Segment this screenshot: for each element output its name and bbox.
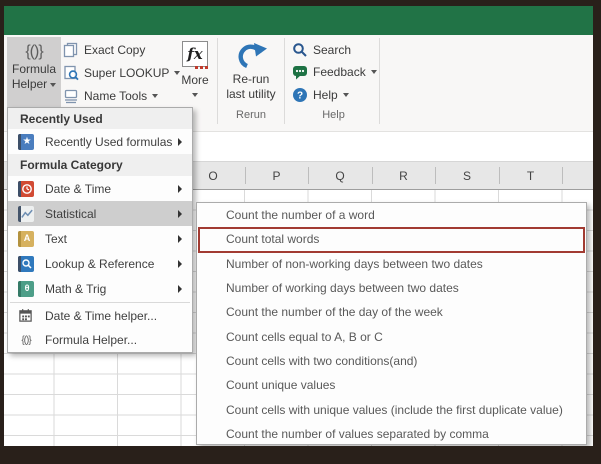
submenu-arrow-icon	[178, 259, 182, 268]
chevron-down-icon	[50, 82, 57, 87]
svg-text:?: ?	[297, 90, 303, 101]
help-question-icon: ?	[293, 87, 307, 102]
lookup-magnifier-icon	[64, 65, 79, 80]
submenu-arrow-icon	[178, 137, 182, 146]
menu-section-recently-used: Recently Used	[8, 108, 192, 129]
feedback-bubble-icon	[293, 65, 307, 79]
submenu-item[interactable]: Count the number of the day of the week	[197, 300, 586, 324]
statistical-chart-icon	[18, 205, 34, 222]
menu-item-formula-helper[interactable]: {()} Formula Helper...	[8, 328, 192, 352]
excel-title-bar	[4, 6, 593, 35]
name-tools-button[interactable]: Name Tools	[63, 87, 159, 104]
text-a-icon: A	[18, 230, 34, 247]
column-header-t[interactable]: T	[527, 169, 534, 183]
column-header-p[interactable]: P	[272, 169, 280, 183]
help-button[interactable]: ? Help	[292, 86, 349, 103]
menu-item-math-trig[interactable]: θ Math & Trig	[8, 276, 192, 301]
formula-helper-label-1: Formula	[11, 62, 56, 76]
column-header-q[interactable]: Q	[335, 169, 344, 183]
copy-icon	[63, 42, 78, 57]
lookup-reference-magnifier-icon	[18, 255, 34, 272]
more-button[interactable]: More	[176, 73, 214, 87]
super-lookup-button[interactable]: Super LOOKUP	[63, 64, 181, 81]
submenu-item[interactable]: Count the number of values separated by …	[197, 422, 586, 446]
exact-copy-button[interactable]: Exact Copy	[63, 41, 145, 58]
submenu-arrow-icon	[178, 234, 182, 243]
submenu-item[interactable]: Count the number of a word	[197, 203, 586, 227]
menu-separator	[10, 302, 190, 303]
recently-used-book-icon: ★	[18, 133, 34, 150]
help-group-label: Help	[322, 109, 345, 121]
statistical-submenu: Count the number of a word Count total w…	[196, 202, 587, 445]
column-header-o[interactable]: O	[208, 169, 217, 183]
chevron-down-icon	[152, 93, 159, 98]
exact-copy-label: Exact Copy	[84, 42, 146, 57]
search-icon	[293, 42, 307, 57]
menu-item-text[interactable]: A Text	[8, 226, 192, 251]
column-header-r[interactable]: R	[399, 169, 408, 183]
braces-icon: {()}	[25, 43, 43, 60]
calendar-icon	[19, 309, 32, 322]
submenu-item[interactable]: Count cells with two conditions(and)	[197, 349, 586, 373]
chevron-down-icon[interactable]	[192, 93, 198, 97]
menu-section-formula-category: Formula Category	[8, 154, 192, 176]
submenu-item[interactable]: Count unique values	[197, 373, 586, 397]
rerun-arrow-icon[interactable]	[237, 41, 267, 71]
rerun-group-label: Rerun	[236, 109, 266, 121]
date-time-clock-icon	[18, 180, 34, 197]
search-button[interactable]: Search	[292, 41, 351, 58]
fx-icon: fx	[182, 41, 208, 67]
menu-item-lookup-reference[interactable]: Lookup & Reference	[8, 251, 192, 276]
submenu-arrow-icon	[178, 184, 182, 193]
math-trig-theta-icon: θ	[18, 280, 34, 297]
menu-item-recently-used-formulas[interactable]: ★ Recently Used formulas	[8, 129, 192, 154]
fx-red-dots-icon	[195, 66, 208, 69]
submenu-item[interactable]: Count cells with unique values (include …	[197, 397, 586, 421]
submenu-item[interactable]: Count cells equal to A, B or C	[197, 324, 586, 348]
name-tools-label: Name Tools	[84, 88, 148, 103]
menu-item-date-time-helper[interactable]: Date & Time helper...	[8, 304, 192, 328]
submenu-item[interactable]: Number of non-working days between two d…	[197, 252, 586, 276]
column-header-s[interactable]: S	[463, 169, 471, 183]
submenu-arrow-icon	[178, 209, 182, 218]
search-label: Search	[313, 42, 352, 57]
feedback-button[interactable]: Feedback	[292, 63, 377, 80]
formula-helper-menu: Recently Used ★ Recently Used formulas F…	[7, 107, 193, 353]
sheets-stack-icon	[64, 89, 78, 103]
chevron-down-icon	[342, 92, 349, 97]
rerun-label-line2: last utility	[226, 87, 276, 101]
rerun-label-line1: Re-run	[232, 72, 270, 86]
formula-helper-button[interactable]: {()} Formula Helper	[7, 37, 61, 108]
group-separator	[379, 38, 380, 124]
rerun-last-utility-button[interactable]: Re-run last utility	[217, 72, 285, 102]
feedback-label: Feedback	[313, 64, 366, 79]
help-label: Help	[313, 87, 338, 102]
menu-item-date-time[interactable]: Date & Time	[8, 176, 192, 201]
super-lookup-label: Super LOOKUP	[84, 65, 170, 80]
chevron-down-icon	[370, 69, 377, 74]
submenu-arrow-icon	[178, 284, 182, 293]
menu-item-statistical[interactable]: Statistical	[8, 201, 192, 226]
formula-helper-label-2: Helper	[11, 77, 48, 91]
braces-icon: {()}	[21, 334, 31, 346]
submenu-item-count-total-words[interactable]: Count total words	[197, 227, 586, 251]
submenu-item[interactable]: Number of working days between two dates	[197, 276, 586, 300]
